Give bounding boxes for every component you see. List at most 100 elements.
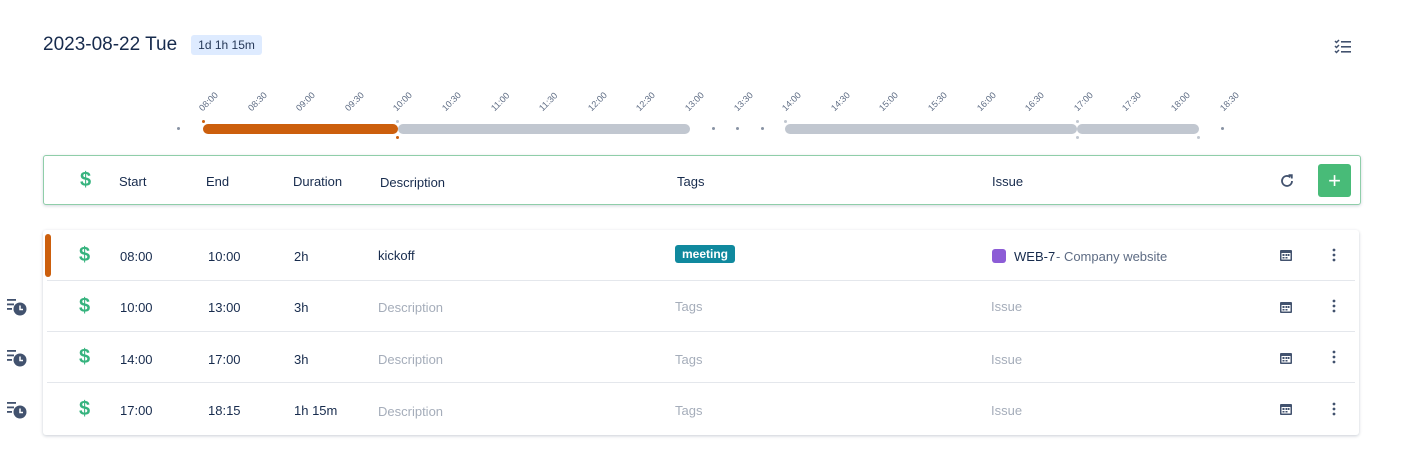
timeline-tick-label: 10:30 [439, 89, 463, 113]
entry-end[interactable]: 17:00 [208, 352, 241, 367]
entry-description[interactable]: Description [378, 352, 443, 367]
kebab-icon[interactable] [1332, 299, 1336, 313]
timeline-tick-label: 12:00 [585, 89, 609, 113]
entry-start[interactable]: 14:00 [120, 352, 153, 367]
entry-issue[interactable]: Issue [991, 299, 1022, 314]
list-clock-icon[interactable] [6, 297, 28, 317]
entry-issue[interactable]: Issue [991, 352, 1022, 367]
day-timeline: 08:00 08:30 09:00 09:30 10:00 10:30 11:00 11:30… [170, 85, 1250, 145]
timeline-marker [1076, 120, 1079, 123]
column-end: End [206, 174, 230, 189]
timeline-tick-label: 17:00 [1071, 89, 1095, 113]
calendar-icon[interactable] [1279, 248, 1293, 262]
calendar-icon[interactable] [1279, 402, 1293, 416]
timeline-tick-label: 15:00 [877, 89, 901, 113]
timeline-tick-label: 08:00 [196, 89, 220, 113]
issue-title[interactable]: - Company website [1056, 249, 1167, 264]
plus-icon: + [1328, 167, 1341, 193]
timeline-dot [712, 127, 715, 130]
timeline-tick-label: 15:30 [925, 89, 949, 113]
timeline-marker [1197, 136, 1200, 139]
timeline-dot [177, 127, 180, 130]
entry-description[interactable]: kickoff [378, 248, 415, 263]
timeline-marker [202, 120, 205, 123]
dollar-icon[interactable]: $ [79, 295, 90, 318]
entry-row[interactable]: $ 14:00 17:00 3h Description Tags Issue [43, 332, 1359, 383]
timeline-tick-label: 17:30 [1120, 89, 1144, 113]
column-description: Description [380, 175, 446, 190]
timeline-segment[interactable] [785, 124, 1077, 134]
entry-form-header: $ Start End Duration Description Tags Is… [43, 155, 1361, 205]
entry-tags[interactable]: Tags [675, 352, 702, 367]
timeline-tick-label: 18:00 [1168, 89, 1192, 113]
entry-start[interactable]: 17:00 [120, 403, 153, 418]
timeline-marker [396, 120, 399, 123]
timeline-tick-label: 16:30 [1023, 89, 1047, 113]
issue-key[interactable]: WEB-7 [1014, 249, 1055, 264]
entry-end[interactable]: 18:15 [208, 403, 241, 418]
timeline-tick-label: 14:30 [828, 89, 852, 113]
entries-list: $ 08:00 10:00 2h kickoff meeting WEB-7 -… [43, 230, 1359, 435]
timeline-tick-label: 09:30 [342, 89, 366, 113]
day-header: 2023-08-22 Tue 1d 1h 15m [43, 34, 262, 56]
calendar-icon[interactable] [1279, 300, 1293, 314]
timeline-tick-label: 14:00 [780, 89, 804, 113]
entry-start[interactable]: 08:00 [120, 249, 153, 264]
entry-duration[interactable]: 3h [294, 300, 308, 315]
entry-row[interactable]: $ 17:00 18:15 1h 15m Description Tags Is… [43, 384, 1359, 435]
dollar-icon[interactable]: $ [80, 169, 91, 192]
entry-duration[interactable]: 2h [294, 249, 308, 264]
timeline-segment-active[interactable] [203, 124, 398, 134]
timeline-tick-label: 10:00 [391, 89, 415, 113]
dollar-icon[interactable]: $ [79, 244, 90, 267]
timeline-tick-label: 09:00 [294, 89, 318, 113]
running-indicator [45, 234, 51, 277]
entry-tags[interactable]: Tags [675, 403, 702, 418]
entry-issue[interactable]: Issue [991, 403, 1022, 418]
timeline-tick-label: 13:00 [682, 89, 706, 113]
checklist-icon[interactable] [1334, 38, 1352, 54]
dollar-icon[interactable]: $ [79, 346, 90, 369]
dollar-icon[interactable]: $ [79, 398, 90, 421]
timeline-tick-label: 18:30 [1217, 89, 1241, 113]
entry-description[interactable]: Description [378, 404, 443, 419]
timeline-segment[interactable] [398, 124, 690, 134]
entry-tags[interactable]: Tags [675, 299, 702, 314]
timeline-dot [761, 127, 764, 130]
entry-start[interactable]: 10:00 [120, 300, 153, 315]
column-start: Start [119, 174, 147, 189]
kebab-icon[interactable] [1332, 350, 1336, 364]
entry-description[interactable]: Description [378, 300, 443, 315]
timeline-dot [736, 127, 739, 130]
timeline-tick-label: 13:30 [731, 89, 755, 113]
entry-row[interactable]: $ 08:00 10:00 2h kickoff meeting WEB-7 -… [43, 230, 1359, 281]
entry-row[interactable]: $ 10:00 13:00 3h Description Tags Issue [43, 281, 1359, 332]
issue-type-icon [992, 249, 1006, 263]
column-issue: Issue [992, 174, 1024, 189]
timeline-marker [396, 136, 399, 139]
column-tags: Tags [677, 174, 705, 189]
timeline-tick-label: 11:30 [537, 90, 560, 113]
refresh-icon[interactable] [1278, 172, 1296, 190]
column-duration: Duration [293, 174, 343, 189]
entry-end[interactable]: 10:00 [208, 249, 241, 264]
entry-duration[interactable]: 1h 15m [294, 403, 337, 418]
timeline-dot [1221, 127, 1224, 130]
list-clock-icon[interactable] [6, 400, 28, 420]
timeline-marker [1076, 136, 1079, 139]
timeline-tick-label: 16:00 [974, 89, 998, 113]
list-clock-icon[interactable] [6, 348, 28, 368]
kebab-icon[interactable] [1332, 248, 1336, 262]
date-title: 2023-08-22 Tue [43, 34, 178, 55]
timeline-segment[interactable] [1077, 124, 1199, 134]
row-divider [47, 382, 1355, 383]
calendar-icon[interactable] [1279, 351, 1293, 365]
timeline-marker [784, 120, 787, 123]
kebab-icon[interactable] [1332, 402, 1336, 416]
tag-badge[interactable]: meeting [675, 245, 736, 263]
entry-duration[interactable]: 3h [294, 352, 308, 367]
add-entry-button[interactable]: + [1318, 164, 1351, 197]
timeline-tick-label: 12:30 [634, 89, 658, 113]
total-duration-badge: 1d 1h 15m [191, 35, 262, 55]
entry-end[interactable]: 13:00 [208, 300, 241, 315]
